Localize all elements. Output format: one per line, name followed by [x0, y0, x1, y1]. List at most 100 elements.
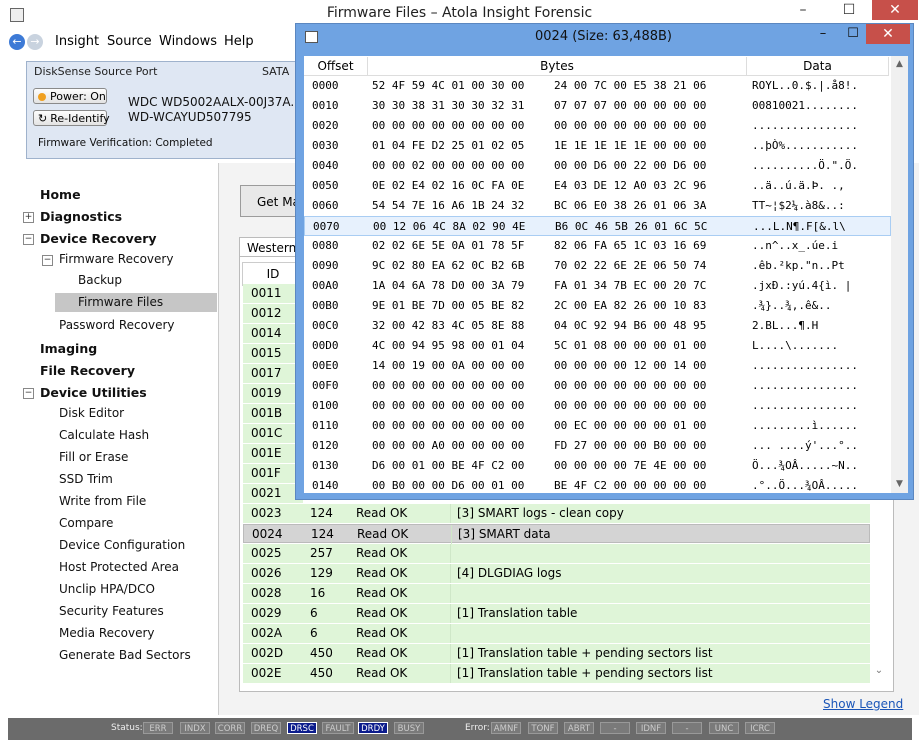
power-button[interactable]: Power: On	[33, 88, 107, 104]
menu-help[interactable]: Help	[224, 34, 254, 49]
hex-row[interactable]: 00C0 32 00 42 83 4C 05 8E 88 04 0C 92 94 B…	[304, 316, 891, 336]
hex-row[interactable]: 00B0 9E 01 BE 7D 00 05 BE 82 2C 00 EA 82 2…	[304, 296, 891, 316]
nav-fill-or-erase[interactable]: Fill or Erase	[59, 450, 128, 464]
table-row[interactable]: 001C	[243, 424, 303, 443]
hex-minimize-button[interactable]: –	[808, 24, 838, 44]
hex-row[interactable]: 00A0 1A 04 6A 78 D0 00 3A 79 FA 01 34 7B E…	[304, 276, 891, 296]
expand-diagnostics-icon[interactable]: +	[23, 212, 34, 223]
table-row[interactable]: 0024 124 Read OK [3] SMART data	[243, 524, 870, 544]
hex-row[interactable]: 0070 00 12 06 4C 8A 02 90 4E B6 0C 46 5B 2…	[304, 216, 891, 236]
row-id: 0021	[251, 486, 282, 500]
table-row[interactable]: 0011	[243, 284, 303, 303]
nav-file-recovery[interactable]: File Recovery	[40, 363, 135, 378]
table-row[interactable]: 0014	[243, 324, 303, 343]
hex-row[interactable]: 0030 01 04 FE D2 25 01 02 05 1E 1E 1E 1E 1…	[304, 136, 891, 156]
row-id: 002E	[251, 666, 282, 680]
hex-row[interactable]: 0090 9C 02 80 EA 62 0C B2 6B 70 02 22 6E 2…	[304, 256, 891, 276]
nav-disk-editor[interactable]: Disk Editor	[59, 406, 124, 420]
nav-firmware-files[interactable]: Firmware Files	[78, 295, 163, 309]
hex-row[interactable]: 0080 02 02 6E 5E 0A 01 78 5F 82 06 FA 65 1…	[304, 236, 891, 256]
menu-source[interactable]: Source	[107, 34, 152, 49]
maximize-button[interactable]: ☐	[826, 0, 872, 20]
close-button[interactable]: ✕	[872, 0, 918, 20]
nav-calculate-hash[interactable]: Calculate Hash	[59, 428, 149, 442]
table-row[interactable]: 0028 16 Read OK	[243, 584, 870, 603]
hex-close-button[interactable]: ✕	[866, 24, 910, 44]
hex-ascii: ................	[752, 119, 858, 132]
menu-windows[interactable]: Windows	[159, 34, 217, 49]
nav-unclip-hpa-dco[interactable]: Unclip HPA/DCO	[59, 582, 155, 596]
hex-scrollbar[interactable]: ▲ ▼	[891, 56, 908, 493]
table-row[interactable]: 0026 129 Read OK [4] DLGDIAG logs	[243, 564, 870, 583]
grid-scroll-down-icon[interactable]: ⌄	[872, 657, 886, 685]
hex-bytes-1: 01 04 FE D2 25 01 02 05	[372, 139, 525, 152]
menu-insight[interactable]: Insight	[55, 34, 99, 49]
hex-row[interactable]: 0040 00 00 02 00 00 00 00 00 00 00 D6 00 2…	[304, 156, 891, 176]
hex-offset: 0140	[312, 479, 339, 492]
nav-device-configuration[interactable]: Device Configuration	[59, 538, 185, 552]
hex-row[interactable]: 00F0 00 00 00 00 00 00 00 00 00 00 00 00 0…	[304, 376, 891, 396]
table-row[interactable]: 001E	[243, 444, 303, 463]
nav-security-features[interactable]: Security Features	[59, 604, 164, 618]
collapse-device-recovery-icon[interactable]: −	[23, 234, 34, 245]
hex-row[interactable]: 0020 00 00 00 00 00 00 00 00 00 00 00 00 0…	[304, 116, 891, 136]
error-indicator: UNC	[709, 722, 739, 734]
nav-backup[interactable]: Backup	[78, 273, 122, 287]
table-row[interactable]: 0023 124 Read OK [3] SMART logs - clean cop…	[243, 504, 870, 523]
hex-maximize-button[interactable]: ☐	[838, 24, 868, 44]
nav-diagnostics[interactable]: Diagnostics	[40, 209, 122, 224]
nav-host-protected-area[interactable]: Host Protected Area	[59, 560, 179, 574]
forward-icon[interactable]: →	[27, 34, 43, 50]
hex-offset: 0110	[312, 419, 339, 432]
row-description: [1] Translation table + pending sectors …	[457, 666, 713, 680]
hex-row[interactable]: 00D0 4C 00 94 95 98 00 01 04 5C 01 08 00 0…	[304, 336, 891, 356]
hex-row[interactable]: 0050 0E 02 E4 02 16 0C FA 0E E4 03 DE 12 A…	[304, 176, 891, 196]
hex-row[interactable]: 0140 00 B0 00 00 D6 00 01 00 BE 4F C2 00 0…	[304, 476, 891, 496]
hex-row[interactable]: 0100 00 00 00 00 00 00 00 00 00 00 00 00 0…	[304, 396, 891, 416]
hex-row[interactable]: 0000 52 4F 59 4C 01 00 30 00 24 00 7C 00 E…	[304, 76, 891, 96]
nav-media-recovery[interactable]: Media Recovery	[59, 626, 155, 640]
hex-row[interactable]: 0010 30 30 38 31 30 30 32 31 07 07 07 00 0…	[304, 96, 891, 116]
hex-row[interactable]: 00E0 14 00 19 00 0A 00 00 00 00 00 00 00 1…	[304, 356, 891, 376]
table-row[interactable]: 0015	[243, 344, 303, 363]
table-row[interactable]: 0025 257 Read OK	[243, 544, 870, 563]
nav-password-recovery[interactable]: Password Recovery	[59, 318, 175, 332]
table-row[interactable]: 002D 450 Read OK [1] Translation table + pe…	[243, 644, 870, 663]
table-row[interactable]: 0012	[243, 304, 303, 323]
hex-bytes-2: FA 01 34 7B EC 00 20 7C	[554, 279, 707, 292]
table-row[interactable]: 002E 450 Read OK [1] Translation table + pe…	[243, 664, 870, 683]
tab-western[interactable]: Western I	[239, 237, 299, 257]
reidentify-button[interactable]: ↻ Re-Identify	[33, 110, 110, 126]
row-size: 6	[310, 626, 318, 640]
show-legend-link[interactable]: Show Legend	[823, 697, 903, 711]
hex-bytes-1: 54 54 7E 16 A6 1B 24 32	[372, 199, 525, 212]
nav-home[interactable]: Home	[40, 187, 81, 202]
row-id: 0019	[251, 386, 282, 400]
table-row[interactable]: 0019	[243, 384, 303, 403]
hex-row[interactable]: 0110 00 00 00 00 00 00 00 00 00 EC 00 00 0…	[304, 416, 891, 436]
hex-row[interactable]: 0130 D6 00 01 00 BE 4F C2 00 00 00 00 00 7…	[304, 456, 891, 476]
table-row[interactable]: 001B	[243, 404, 303, 423]
nav-generate-bad-sectors[interactable]: Generate Bad Sectors	[59, 648, 191, 662]
nav-device-recovery[interactable]: Device Recovery	[40, 231, 157, 246]
table-row[interactable]: 0029 6 Read OK [1] Translation table	[243, 604, 870, 623]
minimize-button[interactable]: –	[780, 0, 826, 20]
scroll-up-icon[interactable]: ▲	[891, 56, 908, 73]
collapse-firmware-recovery-icon[interactable]: −	[42, 255, 53, 266]
back-icon[interactable]: ←	[9, 34, 25, 50]
table-row[interactable]: 0017	[243, 364, 303, 383]
table-row[interactable]: 002A 6 Read OK	[243, 624, 870, 643]
nav-compare[interactable]: Compare	[59, 516, 113, 530]
nav-device-utilities[interactable]: Device Utilities	[40, 385, 147, 400]
table-row[interactable]: 001F	[243, 464, 303, 483]
table-row[interactable]: 0021	[243, 484, 303, 503]
nav-imaging[interactable]: Imaging	[40, 341, 97, 356]
nav-write-from-file[interactable]: Write from File	[59, 494, 146, 508]
nav-ssd-trim[interactable]: SSD Trim	[59, 472, 113, 486]
collapse-device-utilities-icon[interactable]: −	[23, 388, 34, 399]
hex-bytes-1: 9C 02 80 EA 62 0C B2 6B	[372, 259, 525, 272]
hex-row[interactable]: 0120 00 00 00 A0 00 00 00 00 FD 27 00 00 0…	[304, 436, 891, 456]
nav-firmware-recovery[interactable]: Firmware Recovery	[59, 252, 173, 266]
scroll-down-icon[interactable]: ▼	[891, 476, 908, 493]
hex-row[interactable]: 0060 54 54 7E 16 A6 1B 24 32 BC 06 E0 38 2…	[304, 196, 891, 216]
